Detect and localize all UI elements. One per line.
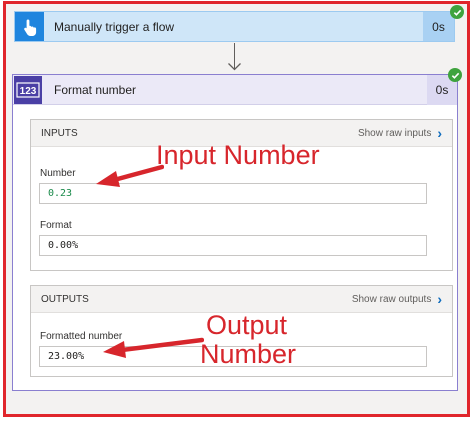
hand-pointer-icon — [15, 12, 44, 41]
inputs-heading: INPUTS — [41, 127, 78, 139]
connector-arrow-icon — [228, 63, 241, 71]
number-label: Number — [40, 168, 76, 179]
trigger-card[interactable]: Manually trigger a flow 0s — [14, 11, 455, 42]
output-callout-line1: Output — [206, 310, 288, 340]
svg-text:123: 123 — [20, 86, 37, 97]
success-check-icon — [448, 68, 462, 82]
chevron-right-icon: › — [437, 125, 442, 141]
show-raw-inputs-link[interactable]: Show raw inputs › — [358, 125, 442, 141]
format-label: Format — [40, 220, 72, 231]
outputs-heading: OUTPUTS — [41, 293, 89, 305]
chevron-right-icon: › — [437, 291, 442, 307]
action-title: Format number — [54, 82, 137, 97]
outputs-header: OUTPUTS Show raw outputs › — [31, 286, 452, 313]
input-number-callout: Input Number — [156, 140, 320, 170]
trigger-duration: 0s — [423, 12, 454, 41]
trigger-title: Manually trigger a flow — [54, 19, 175, 34]
format-field[interactable]: 0.00% — [39, 235, 427, 256]
input-callout-arrow-icon — [96, 164, 164, 187]
output-callout-arrow-icon — [103, 337, 204, 358]
number-icon: 123 — [14, 75, 42, 104]
success-check-icon — [450, 5, 464, 19]
output-callout-line2: Number — [200, 339, 297, 369]
action-header[interactable]: 123 Format number 0s — [13, 74, 457, 105]
show-raw-outputs-link[interactable]: Show raw outputs › — [352, 291, 442, 307]
